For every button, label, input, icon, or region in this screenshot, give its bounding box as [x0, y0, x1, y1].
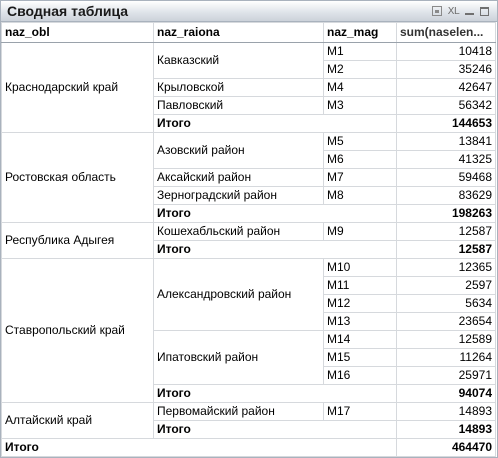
subtotal-value: 198263	[396, 204, 496, 223]
subtotal-label: Итого	[153, 114, 397, 133]
mag-cell[interactable]: M9	[323, 222, 397, 241]
subtotal-value: 12587	[396, 240, 496, 259]
value-cell: 2597	[396, 276, 496, 295]
window-title: Сводная таблица	[7, 3, 129, 19]
obl-cell[interactable]: Ставропольский край	[1, 258, 154, 403]
subtotal-label: Итого	[153, 204, 397, 223]
subtotal-label: Итого	[153, 420, 397, 439]
title-bar: Сводная таблица XL	[1, 1, 497, 22]
maximize-icon[interactable]	[480, 6, 489, 16]
mag-cell[interactable]: M7	[323, 168, 397, 187]
mag-cell[interactable]: M1	[323, 42, 397, 61]
raion-cell[interactable]: Крыловской	[153, 78, 324, 97]
raion-cell[interactable]: Кавказский	[153, 42, 324, 79]
mag-cell[interactable]: M8	[323, 186, 397, 205]
title-bar-icons: XL	[431, 4, 489, 18]
value-cell: 12587	[396, 222, 496, 241]
table-row: Алтайский край Первомайский район M17 14893	[1, 402, 496, 439]
subtotal-value: 94074	[396, 384, 496, 403]
raion-cell[interactable]: Александровский район	[153, 258, 324, 331]
value-cell: 42647	[396, 78, 496, 97]
obl-cell[interactable]: Ростовская область	[1, 132, 154, 223]
value-cell: 14893	[396, 402, 496, 421]
mag-cell[interactable]: M11	[323, 276, 397, 295]
mag-cell[interactable]: M6	[323, 150, 397, 169]
column-header-naz-obl[interactable]: naz_obl	[1, 22, 154, 43]
raion-cell[interactable]: Азовский район	[153, 132, 324, 169]
mag-cell[interactable]: M17	[323, 402, 397, 421]
value-cell: 35246	[396, 60, 496, 79]
mag-cell[interactable]: M10	[323, 258, 397, 277]
table-row: Ростовская область Азовский район M5 13841	[1, 132, 496, 223]
value-cell: 10418	[396, 42, 496, 61]
raion-cell[interactable]: Ипатовский район	[153, 330, 324, 385]
mag-cell[interactable]: M3	[323, 96, 397, 115]
mag-cell[interactable]: M15	[323, 348, 397, 367]
obl-cell[interactable]: Алтайский край	[1, 402, 154, 439]
value-cell: 12365	[396, 258, 496, 277]
raion-cell[interactable]: Павловский	[153, 96, 324, 115]
minimize-icon[interactable]	[465, 13, 474, 15]
value-cell: 56342	[396, 96, 496, 115]
column-header-sum[interactable]: sum(naselen...	[396, 22, 496, 43]
xl-export-icon[interactable]: XL	[448, 6, 460, 17]
mag-cell[interactable]: M12	[323, 294, 397, 313]
raion-cell[interactable]: Кошехабльский район	[153, 222, 324, 241]
pivot-body: Краснодарский край Кавказский M1 10418 M2 352…	[1, 42, 496, 457]
value-cell: 83629	[396, 186, 496, 205]
table-row: Краснодарский край Кавказский M1 10418	[1, 42, 496, 133]
print-icon[interactable]	[431, 6, 442, 16]
value-cell: 5634	[396, 294, 496, 313]
raion-cell[interactable]: Первомайский район	[153, 402, 324, 421]
value-cell: 25971	[396, 366, 496, 385]
value-cell: 12589	[396, 330, 496, 349]
pivot-table-window: Сводная таблица XL naz_obl naz_raiona na…	[0, 0, 498, 458]
grand-total-label: Итого	[1, 438, 397, 457]
value-cell: 13841	[396, 132, 496, 151]
grand-total-row: Итого 464470	[1, 438, 496, 457]
mag-cell[interactable]: M16	[323, 366, 397, 385]
subtotal-value: 14893	[396, 420, 496, 439]
subtotal-label: Итого	[153, 240, 397, 259]
pivot-table: naz_obl naz_raiona naz_mag sum(naselen..…	[1, 22, 496, 457]
value-cell: 11264	[396, 348, 496, 367]
obl-cell[interactable]: Республика Адыгея	[1, 222, 154, 259]
raion-cell[interactable]: Аксайский район	[153, 168, 324, 187]
grand-total-value: 464470	[396, 438, 496, 457]
value-cell: 59468	[396, 168, 496, 187]
header-row: naz_obl naz_raiona naz_mag sum(naselen..…	[1, 22, 496, 43]
subtotal-value: 144653	[396, 114, 496, 133]
raion-cell[interactable]: Зерноградский район	[153, 186, 324, 205]
mag-cell[interactable]: M5	[323, 132, 397, 151]
column-header-naz-mag[interactable]: naz_mag	[323, 22, 397, 43]
table-row: Ставропольский край Александровский район…	[1, 258, 496, 403]
mag-cell[interactable]: M13	[323, 312, 397, 331]
mag-cell[interactable]: M2	[323, 60, 397, 79]
value-cell: 41325	[396, 150, 496, 169]
obl-cell[interactable]: Краснодарский край	[1, 42, 154, 133]
subtotal-label: Итого	[153, 384, 397, 403]
column-header-naz-raiona[interactable]: naz_raiona	[153, 22, 324, 43]
mag-cell[interactable]: M4	[323, 78, 397, 97]
mag-cell[interactable]: M14	[323, 330, 397, 349]
value-cell: 23654	[396, 312, 496, 331]
table-row: Республика Адыгея Кошехабльский район M9 12…	[1, 222, 496, 259]
